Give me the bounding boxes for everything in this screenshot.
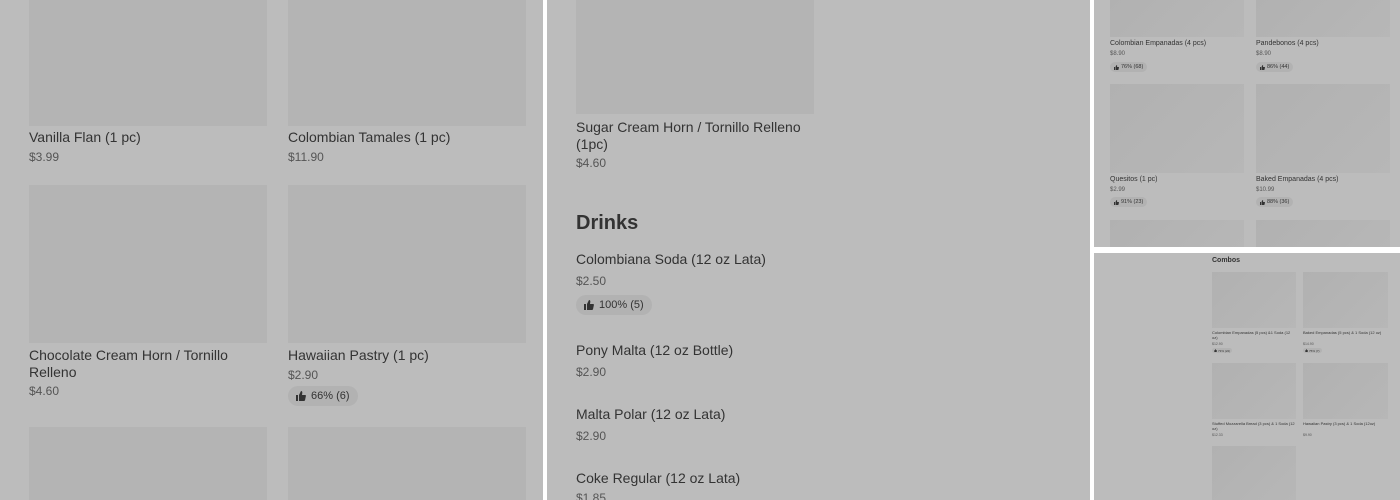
item-image[interactable] xyxy=(1256,84,1390,173)
rating-text: 73% (22) xyxy=(1218,348,1231,353)
item-name[interactable]: Colombiana Soda (12 oz Lata) xyxy=(576,251,766,268)
item-price: $9.90 xyxy=(1303,433,1312,437)
item-price: $14.90 xyxy=(1303,342,1314,346)
item-image[interactable] xyxy=(1212,272,1296,328)
rating-badge: 88% (36) xyxy=(1256,197,1294,207)
item-price: $2.50 xyxy=(576,274,607,288)
item-name[interactable]: Sugar Cream Horn / Tornillo Relleno (1pc… xyxy=(576,119,826,153)
rating-badge: 73% (22) xyxy=(1212,348,1233,353)
item-name[interactable]: Chocolate Cream Horn / Tornillo Relleno xyxy=(29,347,267,381)
item-image[interactable] xyxy=(1212,363,1296,419)
thumbs-up-icon xyxy=(1114,199,1119,205)
thumbs-up-icon xyxy=(1114,64,1119,70)
thumbs-up-icon xyxy=(1260,64,1265,70)
item-name[interactable]: Quesitos (1 pc) xyxy=(1110,176,1157,184)
item-name[interactable]: Pandebonos (4 pcs) xyxy=(1256,40,1319,48)
item-image[interactable] xyxy=(288,185,526,343)
item-image[interactable] xyxy=(29,185,267,343)
item-name[interactable]: Colombian Tamales (1 pc) xyxy=(288,129,526,146)
thumbs-up-icon xyxy=(1305,349,1308,352)
item-image[interactable] xyxy=(576,0,814,114)
item-image[interactable] xyxy=(1110,84,1244,173)
rating-badge: 76% (68) xyxy=(1110,62,1148,72)
item-price: $1.85 xyxy=(576,491,607,500)
item-price: $11.90 xyxy=(288,150,324,164)
item-image[interactable] xyxy=(1303,272,1388,328)
item-price: $2.90 xyxy=(576,429,607,443)
item-price: $10.99 xyxy=(1256,187,1275,193)
rating-text: 91% (23) xyxy=(1121,199,1144,205)
item-price: $8.90 xyxy=(1256,51,1272,57)
item-name[interactable]: Vanilla Flan (1 pc) xyxy=(29,129,267,146)
rating-badge: 100% (5) xyxy=(576,295,652,315)
item-name[interactable]: Hawaiian Pastry (3 pcs) & 1 Soda (12oz) xyxy=(1303,421,1388,426)
rating-badge: 66% (6) xyxy=(288,386,358,406)
menu-panel-middle: Sugar Cream Horn / Tornillo Relleno (1pc… xyxy=(547,0,1090,500)
item-image[interactable] xyxy=(1110,0,1244,37)
rating-text: 100% (5) xyxy=(599,299,644,311)
rating-text: 86% (44) xyxy=(1267,64,1290,70)
item-name[interactable]: Pony Malta (12 oz Bottle) xyxy=(576,342,733,359)
section-title: Combos xyxy=(1212,257,1240,264)
thumbs-up-icon xyxy=(296,391,306,401)
item-image[interactable] xyxy=(1256,220,1390,247)
item-price: $2.99 xyxy=(1110,187,1126,193)
item-name[interactable]: Coke Regular (12 oz Lata) xyxy=(576,470,740,487)
item-image[interactable] xyxy=(288,0,526,126)
item-image[interactable] xyxy=(1256,0,1390,37)
item-price: $2.90 xyxy=(288,368,319,382)
item-price: $8.90 xyxy=(1110,51,1126,57)
rating-text: 75% (7) xyxy=(1309,348,1320,353)
section-title: Drinks xyxy=(576,212,639,234)
item-image[interactable] xyxy=(288,427,526,500)
item-name[interactable]: Colombian Empanadas (5 pcs) &1 Soda (12 … xyxy=(1212,330,1296,340)
item-name[interactable]: Malta Polar (12 oz Lata) xyxy=(576,406,725,423)
item-price: $12.90 xyxy=(1212,342,1223,346)
rating-badge: 86% (44) xyxy=(1256,62,1294,72)
item-price: $3.99 xyxy=(29,150,60,164)
item-image[interactable] xyxy=(1212,446,1296,500)
rating-badge: 91% (23) xyxy=(1110,197,1148,207)
rating-badge: 75% (7) xyxy=(1303,348,1322,353)
item-name[interactable]: Colombian Empanadas (4 pcs) xyxy=(1110,40,1206,48)
thumbs-up-icon xyxy=(584,300,594,310)
menu-panel-bottom-right: Combos Colombian Empanadas (5 pcs) &1 So… xyxy=(1094,253,1400,500)
thumbs-up-icon xyxy=(1260,199,1265,205)
item-price: $12.33 xyxy=(1212,433,1223,437)
item-price: $4.60 xyxy=(576,156,607,170)
item-name[interactable]: Baked Empanadas (4 pcs) xyxy=(1256,176,1339,184)
item-image[interactable] xyxy=(29,0,267,126)
item-price: $2.90 xyxy=(576,365,607,379)
menu-panel-top-right: Colombian Empanadas (4 pcs) $8.90 76% (6… xyxy=(1094,0,1400,247)
item-name[interactable]: Baked Empanadas (5 pcs) & 1 Soda (12 oz) xyxy=(1303,330,1388,335)
rating-text: 66% (6) xyxy=(311,390,350,402)
item-image[interactable] xyxy=(1303,363,1388,419)
item-name[interactable]: Hawaiian Pastry (1 pc) xyxy=(288,347,526,364)
item-price: $4.60 xyxy=(29,384,60,398)
item-name[interactable]: Stuffed Mozzarella Bread (3 pcs) & 1 Sod… xyxy=(1212,421,1296,431)
item-image[interactable] xyxy=(29,427,267,500)
rating-text: 88% (36) xyxy=(1267,199,1290,205)
rating-text: 76% (68) xyxy=(1121,64,1144,70)
thumbs-up-icon xyxy=(1214,349,1217,352)
item-image[interactable] xyxy=(1110,220,1244,247)
menu-panel-left: Vanilla Flan (1 pc) $3.99 Colombian Tama… xyxy=(0,0,543,500)
